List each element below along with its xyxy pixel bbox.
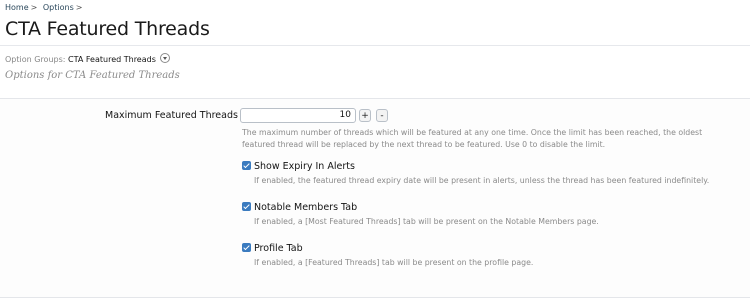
max-featured-threads-input[interactable]: 10 bbox=[240, 108, 356, 123]
max-featured-threads-hint-2: featured thread will be replaced by the … bbox=[242, 140, 606, 149]
increment-button[interactable]: + bbox=[359, 109, 371, 122]
profile-tab-label[interactable]: Profile Tab bbox=[254, 243, 303, 254]
breadcrumb-home-link[interactable]: Home bbox=[5, 3, 29, 12]
option-groups-select[interactable]: CTA Featured Threads bbox=[68, 55, 156, 64]
option-groups-label: Option Groups: bbox=[5, 55, 66, 64]
show-expiry-option[interactable]: Show Expiry In Alerts bbox=[242, 161, 355, 172]
page-subtitle: Options for CTA Featured Threads bbox=[5, 70, 180, 81]
breadcrumb: Home > Options > bbox=[5, 3, 85, 12]
max-featured-threads-label: Maximum Featured Threads bbox=[105, 110, 238, 121]
notable-members-option[interactable]: Notable Members Tab bbox=[242, 202, 357, 213]
breadcrumb-separator: > bbox=[75, 3, 83, 12]
notable-members-hint: If enabled, a [Most Featured Threads] ta… bbox=[254, 217, 599, 226]
checkbox-checked-icon[interactable] bbox=[242, 243, 251, 252]
chevron-down-icon[interactable] bbox=[160, 53, 171, 63]
checkbox-checked-icon[interactable] bbox=[242, 202, 251, 211]
max-featured-threads-hint-1: The maximum number of threads which will… bbox=[242, 128, 703, 137]
breadcrumb-separator: > bbox=[30, 3, 38, 12]
show-expiry-label[interactable]: Show Expiry In Alerts bbox=[254, 161, 355, 172]
checkbox-checked-icon[interactable] bbox=[242, 161, 251, 170]
page-title: CTA Featured Threads bbox=[5, 18, 210, 40]
notable-members-label[interactable]: Notable Members Tab bbox=[254, 202, 357, 213]
profile-tab-hint: If enabled, a [Featured Threads] tab wil… bbox=[254, 258, 534, 267]
breadcrumb-options-link[interactable]: Options bbox=[43, 3, 74, 12]
profile-tab-option[interactable]: Profile Tab bbox=[242, 243, 303, 254]
show-expiry-hint: If enabled, the featured thread expiry d… bbox=[254, 176, 710, 185]
title-divider bbox=[0, 45, 750, 46]
decrement-button[interactable]: - bbox=[376, 109, 388, 122]
option-groups-row: Option Groups: CTA Featured Threads bbox=[5, 53, 171, 64]
